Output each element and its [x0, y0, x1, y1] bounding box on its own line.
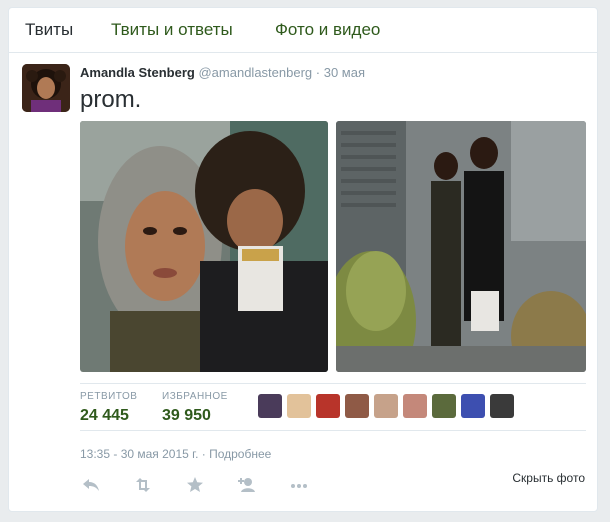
favoriter-avatar[interactable] — [374, 394, 398, 418]
retweets-stat[interactable]: РЕТВИТОВ 24 445 — [80, 391, 137, 425]
tab-tweets-and-replies[interactable]: Твиты и ответы — [111, 20, 233, 40]
more-icon[interactable] — [288, 474, 310, 496]
tweet-stats: РЕТВИТОВ 24 445 ИЗБРАННОЕ 39 950 — [80, 383, 586, 431]
tweet-card: Твиты Твиты и ответы Фото и видео Amandl… — [8, 7, 598, 512]
favoriter-avatar[interactable] — [490, 394, 514, 418]
details-link[interactable]: Подробнее — [209, 447, 271, 461]
favoriter-avatar[interactable] — [432, 394, 456, 418]
favoriter-avatar[interactable] — [316, 394, 340, 418]
hide-photo-link[interactable]: Скрыть фото — [512, 471, 585, 485]
retweet-icon[interactable] — [132, 474, 154, 496]
favoriter-avatar[interactable] — [287, 394, 311, 418]
tweet-meta: 13:35 - 30 мая 2015 г. · Подробнее — [80, 447, 271, 461]
favoriter-avatar[interactable] — [258, 394, 282, 418]
tweet-timestamp: 13:35 - 30 мая 2015 г. — [80, 447, 199, 461]
favoriter-avatar[interactable] — [461, 394, 485, 418]
favorites-count: 39 950 — [162, 407, 211, 424]
tweet-header: Amandla Stenberg @amandlastenberg · 30 м… — [80, 65, 365, 80]
tweet-text: prom. — [80, 86, 142, 113]
header-separator: · — [315, 65, 321, 80]
tweet-photo-1[interactable] — [80, 121, 328, 372]
favorites-stat[interactable]: ИЗБРАННОЕ 39 950 — [162, 391, 228, 425]
retweets-count: 24 445 — [80, 407, 129, 424]
favorite-icon[interactable] — [184, 474, 206, 496]
avatar[interactable] — [22, 64, 70, 112]
tab-photos-and-videos[interactable]: Фото и видео — [275, 20, 380, 40]
reply-icon[interactable] — [80, 474, 102, 496]
retweets-label: РЕТВИТОВ — [80, 391, 138, 402]
tweet-date[interactable]: 30 мая — [324, 65, 365, 80]
favoriter-avatar[interactable] — [403, 394, 427, 418]
tab-tweets[interactable]: Твиты — [25, 20, 73, 40]
profile-tabs: Твиты Твиты и ответы Фото и видео — [9, 8, 597, 53]
tweet-photo-2[interactable] — [336, 121, 586, 372]
favoriter-avatar[interactable] — [345, 394, 369, 418]
favorites-label: ИЗБРАННОЕ — [162, 391, 228, 402]
meta-separator: · — [201, 447, 206, 461]
author-name[interactable]: Amandla Stenberg — [80, 65, 195, 80]
author-handle[interactable]: @amandlastenberg — [198, 65, 312, 80]
follow-icon[interactable] — [236, 474, 258, 496]
